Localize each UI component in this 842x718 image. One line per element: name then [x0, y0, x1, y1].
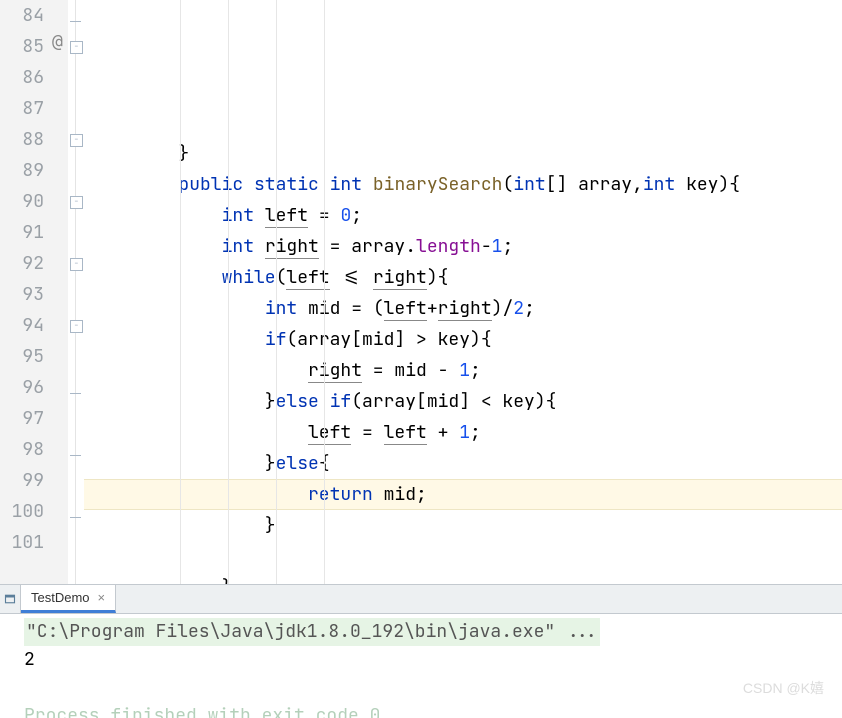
code-area[interactable]: } public static int binarySearch(int[] a…: [84, 0, 842, 584]
code-line[interactable]: }: [84, 138, 842, 169]
line-number: 92: [4, 248, 44, 279]
line-number-gutter: @ 84858687888990919293949596979899100101: [0, 0, 68, 584]
code-line[interactable]: return mid;: [84, 479, 842, 510]
fold-toggle-icon[interactable]: −: [70, 196, 83, 209]
code-line[interactable]: [84, 541, 842, 572]
tab-label: TestDemo: [31, 590, 90, 605]
close-icon[interactable]: ×: [98, 590, 106, 605]
line-number: 100: [4, 496, 44, 527]
fold-toggle-icon[interactable]: [70, 10, 81, 22]
console-exit: Process finished with exit code 0: [24, 702, 842, 718]
tool-window-icon[interactable]: [0, 585, 21, 613]
gutter-annotation: @: [52, 31, 63, 52]
fold-column[interactable]: − − − − −: [68, 0, 84, 584]
console-command: "C:\Program Files\Java\jdk1.8.0_192\bin\…: [24, 618, 600, 646]
fold-toggle-icon[interactable]: [70, 382, 81, 394]
code-line[interactable]: int right = array.length-1;: [84, 231, 842, 262]
line-number: 99: [4, 465, 44, 496]
line-number: 91: [4, 217, 44, 248]
fold-toggle-icon[interactable]: −: [70, 258, 83, 271]
line-number: 94: [4, 310, 44, 341]
line-number: 90: [4, 186, 44, 217]
code-line[interactable]: }else{: [84, 448, 842, 479]
code-line[interactable]: }: [84, 572, 842, 584]
line-number: 96: [4, 372, 44, 403]
code-line[interactable]: public static int binarySearch(int[] arr…: [84, 169, 842, 200]
code-line[interactable]: int left = 0;: [84, 200, 842, 231]
tab-testdemo[interactable]: TestDemo ×: [21, 585, 116, 613]
line-number: 98: [4, 434, 44, 465]
line-number: 93: [4, 279, 44, 310]
line-number: 88: [4, 124, 44, 155]
line-number: 95: [4, 341, 44, 372]
fold-toggle-icon[interactable]: −: [70, 134, 83, 147]
code-line[interactable]: if(array[mid] > key){: [84, 324, 842, 355]
line-number: 97: [4, 403, 44, 434]
fold-toggle-icon[interactable]: −: [70, 41, 83, 54]
fold-toggle-icon[interactable]: [70, 444, 81, 456]
line-number: 89: [4, 155, 44, 186]
code-line[interactable]: int mid = (left+right)/2;: [84, 293, 842, 324]
code-line[interactable]: left = left + 1;: [84, 417, 842, 448]
run-console[interactable]: "C:\Program Files\Java\jdk1.8.0_192\bin\…: [0, 614, 842, 718]
code-line[interactable]: right = mid - 1;: [84, 355, 842, 386]
code-line[interactable]: while(left <= right){: [84, 262, 842, 293]
line-number: 85: [4, 31, 44, 62]
code-line[interactable]: }: [84, 510, 842, 541]
line-number: 87: [4, 93, 44, 124]
code-editor[interactable]: @ 84858687888990919293949596979899100101…: [0, 0, 842, 584]
code-line[interactable]: }else if(array[mid] < key){: [84, 386, 842, 417]
line-number: 101: [4, 527, 44, 558]
line-number: 86: [4, 62, 44, 93]
line-number: 84: [4, 0, 44, 31]
fold-toggle-icon[interactable]: [70, 506, 81, 518]
run-tool-tabbar[interactable]: TestDemo ×: [0, 584, 842, 614]
console-output: 2: [24, 646, 842, 674]
fold-toggle-icon[interactable]: −: [70, 320, 83, 333]
